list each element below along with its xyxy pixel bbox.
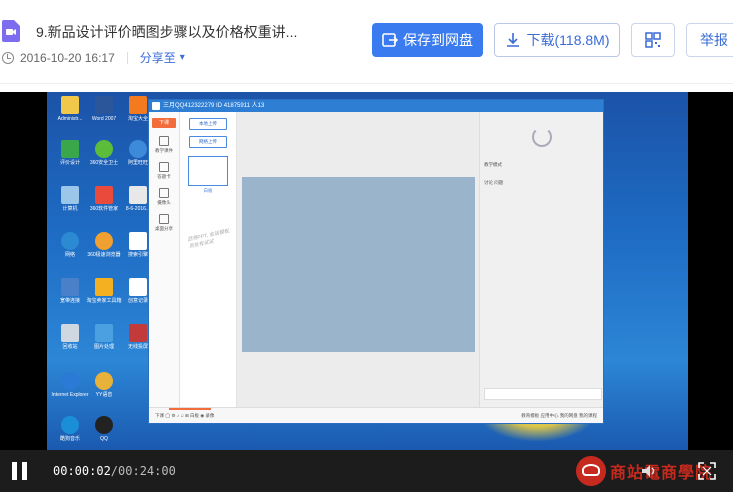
save-to-netdisk-button[interactable]: 保存到网盘 [372, 23, 483, 57]
download-label: 下载(118.8M) [526, 32, 610, 48]
file-title: 9.新品设计评价晒图步骤以及价格权重讲... [36, 24, 298, 40]
download-button[interactable]: 下载(118.8M) [494, 23, 620, 57]
classroom-app-window: 三月QQ412322279 ID 41875911 人13 下课 教学课件 答题… [148, 99, 604, 424]
upload-date: 2016-10-20 16:17 [20, 50, 115, 65]
watermark-logo-icon [576, 456, 606, 486]
discussion-tabs: 讨论 问题 [484, 180, 504, 185]
home-icon [152, 102, 160, 110]
chat-input [484, 388, 602, 400]
current-time: 00:00:02 [53, 464, 111, 478]
net-upload: 网络上传 [189, 136, 227, 148]
file-meta: 2016-10-20 16:17 分享至 ▾ [2, 49, 185, 66]
watermark-text: 商站電商學院 [610, 465, 713, 482]
progress-line [169, 408, 211, 410]
chevron-down-icon[interactable]: ▾ [180, 52, 185, 63]
volume-icon[interactable] [640, 462, 658, 480]
meta-divider [126, 51, 128, 64]
player-controls: 00:00:02/00:24:00 商站電商學院 [0, 450, 733, 492]
fullscreen-icon[interactable] [698, 462, 716, 480]
app-toolbar: 下课 教学课件 答题卡 摄像头 桌面分享 [149, 112, 180, 407]
handwriting: 武将PPT, 会话模板, 到处有试试 [187, 228, 231, 250]
app-bottom-bar: 下课 ◯ ⚙ ♪ ♫ ⊞ 白板 ◉ 录像 教育模板 应用中心 我的网盘 我的课程 [149, 407, 603, 423]
whiteboard-area [237, 112, 479, 407]
video-frame: Administr... Word 2007 淘宝大全 评价设计 360安全卫士… [47, 92, 688, 450]
share-link[interactable]: 分享至 [140, 49, 176, 66]
toolbar-item: 教学课件 [149, 136, 179, 154]
file-header: 9.新品设计评价晒图步骤以及价格权重讲... 2016-10-20 16:17 … [0, 0, 733, 84]
end-class-tab: 下课 [152, 118, 176, 128]
video-file-icon [2, 20, 20, 42]
bottom-right-tools: 教育模板 应用中心 我的网盘 我的课程 [521, 413, 597, 418]
bottom-left-tools: 下课 ◯ ⚙ ♪ ♫ ⊞ 白板 ◉ 录像 [155, 413, 215, 418]
whiteboard-label: 白板 [203, 188, 213, 193]
slide-panel: 本地上传 网络上传 白板 武将PPT, 会话模板, 到处有试试 [180, 112, 237, 407]
toolbar-item: 桌面分享 [149, 214, 179, 232]
download-icon [506, 33, 519, 47]
toolbar-item: 答题卡 [149, 162, 179, 180]
save-label: 保存到网盘 [403, 32, 473, 48]
app-title-bar: 三月QQ412322279 ID 41875911 人13 [149, 100, 603, 112]
mode-label: 教学模式 [484, 162, 502, 167]
local-upload: 本地上传 [189, 118, 227, 130]
qr-code-button[interactable] [631, 23, 675, 57]
video-player[interactable]: Administr... Word 2007 淘宝大全 评价设计 360安全卫士… [0, 92, 733, 492]
loading-spinner-icon [532, 127, 552, 147]
desktop-icon: QQ [83, 416, 125, 442]
pause-button[interactable] [12, 462, 28, 480]
clock-icon [2, 51, 14, 64]
time-display: 00:00:02/00:24:00 [53, 464, 176, 478]
header-divider [0, 83, 733, 84]
report-button[interactable]: 举报 [686, 23, 733, 57]
save-icon [382, 33, 398, 47]
toolbar-item: 摄像头 [149, 188, 179, 206]
qr-code-icon [645, 32, 661, 48]
total-time: /00:24:00 [110, 464, 176, 478]
slide-thumbnail [188, 156, 228, 186]
desktop-icon: YY语音 [83, 372, 125, 398]
discussion-panel: 教学模式 讨论 问题 [479, 112, 603, 407]
whiteboard-canvas [242, 177, 475, 352]
